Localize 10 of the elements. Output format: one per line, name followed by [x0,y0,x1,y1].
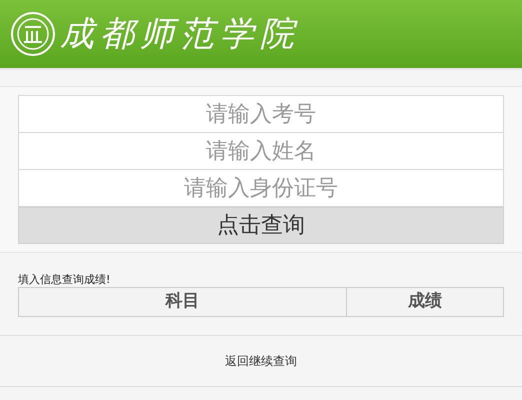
column-header: 成绩 [406,290,443,314]
input-field[interactable]: 请输入身份证号 [18,169,504,207]
back-link[interactable]: 返回继续查询 [225,352,297,370]
input-field[interactable]: 请输入考号 [18,95,504,133]
logo-text: 成都师范学院 [60,17,300,51]
column-header: 科目 [19,288,347,316]
search-button[interactable]: 点击查询 [18,207,504,244]
emblem-icon [10,11,56,57]
input-field[interactable]: 请输入姓名 [18,132,504,170]
hint-text: 填入信息查询成绩! [18,273,112,287]
